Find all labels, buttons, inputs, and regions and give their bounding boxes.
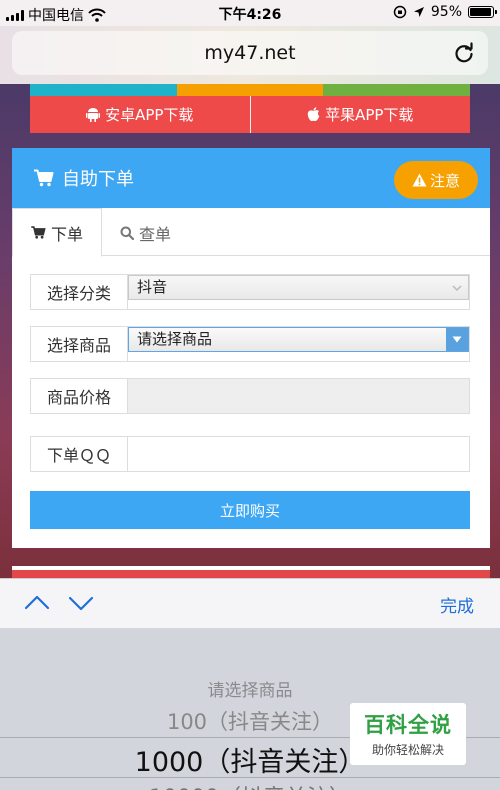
buy-now-button[interactable]: 立即购买 (30, 491, 470, 529)
cart-icon (31, 226, 46, 239)
price-row: 商品价格 (30, 378, 470, 414)
price-label: 商品价格 (30, 378, 128, 414)
warning-icon (412, 173, 427, 187)
order-panel: 自助下单 注意 下单 查单 选择分类 抖音 选择商品 请选择商品 商品价格 下单… (12, 148, 490, 548)
category-field: 抖音 (128, 274, 470, 310)
tab-order-label: 下单 (51, 224, 84, 244)
product-select[interactable]: 请选择商品 (128, 327, 469, 352)
chevron-down-icon (446, 276, 468, 299)
reload-icon[interactable] (452, 41, 476, 65)
cart-icon (34, 169, 54, 187)
address-bar[interactable]: my47.net (12, 31, 488, 75)
android-download-label: 安卓APP下载 (105, 106, 194, 124)
picker-option[interactable]: 请选择商品 (0, 676, 500, 701)
apple-icon (307, 107, 320, 122)
download-row: 安卓APP下载 苹果APP下载 (30, 96, 470, 133)
product-select-value: 请选择商品 (137, 330, 213, 348)
battery-fill (470, 8, 491, 16)
product-field: 请选择商品 (128, 326, 470, 362)
tab-query-label: 查单 (139, 224, 172, 244)
picker-selection-line (0, 777, 500, 778)
browser-chrome: my47.net (0, 26, 500, 84)
location-icon (413, 7, 424, 17)
qq-row: 下单ＱＱ (30, 436, 470, 472)
url-text[interactable]: my47.net (12, 42, 488, 64)
panel-tabs: 下单 查单 (12, 208, 490, 257)
picker-option[interactable]: 10000（抖音关注） (0, 780, 500, 790)
done-button[interactable]: 完成 (440, 592, 474, 617)
category-select[interactable]: 抖音 (128, 275, 469, 300)
chevron-down-icon (446, 328, 468, 351)
android-icon (86, 108, 101, 122)
android-download-button[interactable]: 安卓APP下载 (30, 96, 250, 133)
category-label: 选择分类 (30, 274, 128, 310)
watermark-title: 百科全说 (364, 713, 452, 737)
apple-download-button[interactable]: 苹果APP下载 (250, 96, 470, 133)
panel-title: 自助下单 (62, 169, 134, 190)
tab-query[interactable]: 查单 (102, 208, 189, 257)
battery-percent: 95% (430, 4, 462, 20)
qq-input[interactable] (128, 436, 470, 472)
category-select-value: 抖音 (137, 278, 168, 296)
chevron-down-icon[interactable] (68, 592, 94, 614)
search-icon (120, 226, 135, 240)
chevron-up-icon[interactable] (24, 592, 50, 614)
top-color-strip (30, 84, 471, 96)
apple-download-label: 苹果APP下载 (325, 106, 414, 124)
web-page: 安卓APP下载 苹果APP下载 自助下单 注意 下单 查单 选择分类 抖音 选择… (0, 84, 500, 588)
panel-header: 自助下单 注意 (12, 148, 490, 208)
watermark-logo: 百科全说 助你轻松解决 (350, 703, 466, 765)
qq-label: 下单ＱＱ (30, 436, 128, 472)
product-row: 选择商品 请选择商品 (30, 326, 470, 362)
status-right: 95% (393, 4, 497, 20)
watermark-subtitle: 助你轻松解决 (371, 743, 444, 757)
product-label: 选择商品 (30, 326, 128, 362)
battery-icon (468, 6, 497, 18)
tab-order[interactable]: 下单 (12, 208, 103, 257)
notice-button[interactable]: 注意 (394, 161, 478, 199)
price-field (128, 378, 470, 414)
status-bar: 中国电信 下午4:26 95% (0, 0, 500, 26)
orientation-lock-icon (393, 5, 407, 19)
notice-label: 注意 (429, 171, 460, 190)
picker-toolbar: 完成 (0, 578, 500, 628)
category-row: 选择分类 抖音 (30, 274, 470, 310)
